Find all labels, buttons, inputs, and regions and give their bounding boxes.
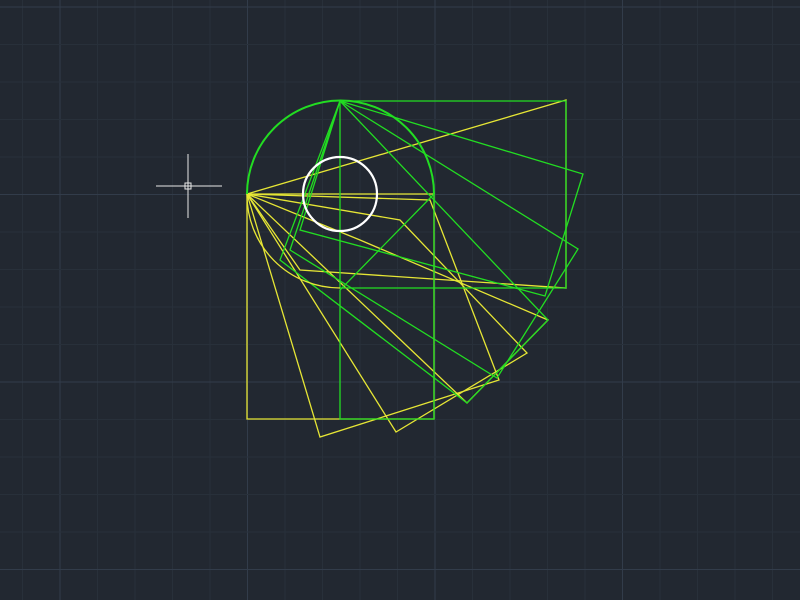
model-space-viewport[interactable] [0,0,800,600]
canvas-background [0,0,800,600]
drawing-canvas[interactable] [0,0,800,600]
